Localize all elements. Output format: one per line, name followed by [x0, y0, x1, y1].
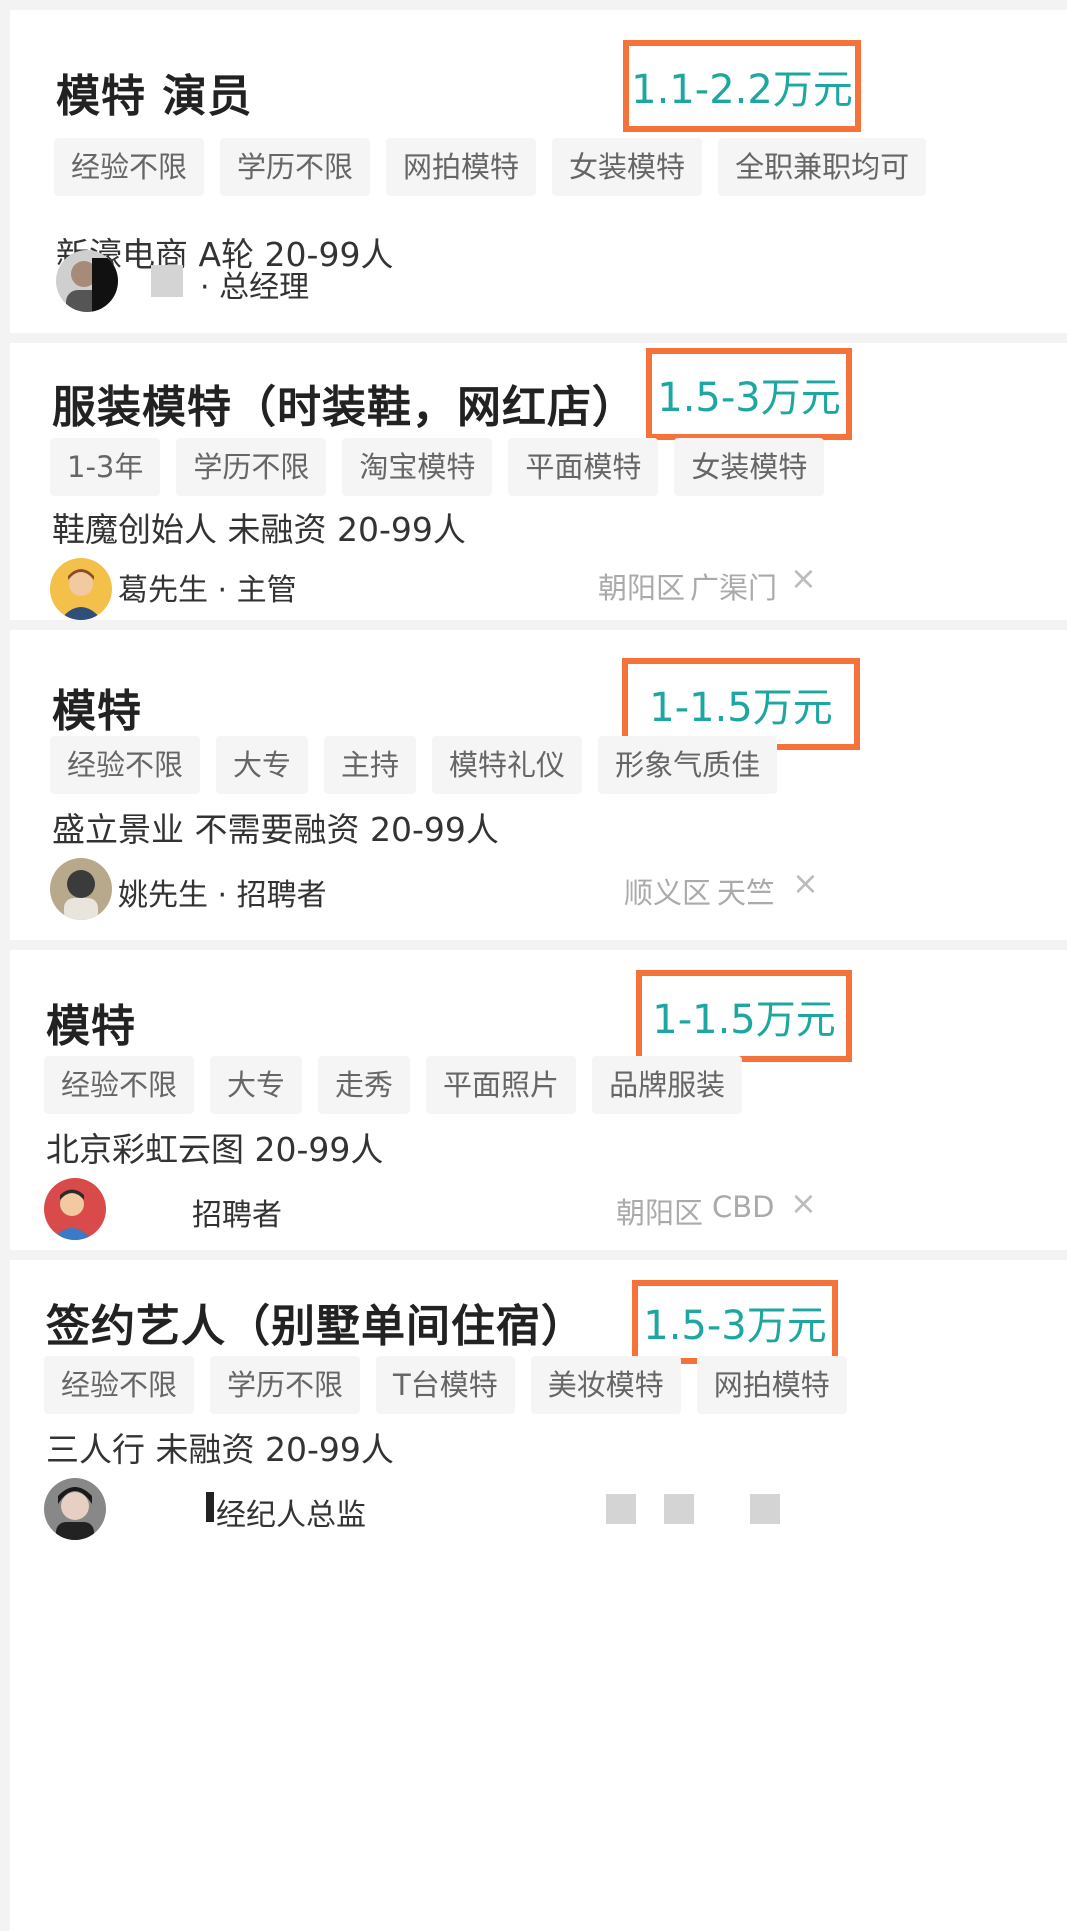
tag: 大专 — [216, 736, 309, 794]
recruiter-info: · 总经理 — [200, 270, 310, 305]
tag: 1-3年 — [50, 438, 161, 496]
salary: 1.5-3万元 — [643, 1303, 827, 1349]
salary: 1.1-2.2万元 — [631, 67, 853, 113]
avatar[interactable] — [56, 250, 118, 312]
job-title: 签约艺人（别墅单间住宿） — [46, 1301, 586, 1352]
tag: 学历不限 — [210, 1356, 361, 1414]
company-info: 盛立景业 不需要融资 20-99人 — [52, 810, 499, 849]
tag: 淘宝模特 — [342, 438, 493, 496]
recruiter-info: 招聘者 — [192, 1198, 282, 1233]
salary-highlight: 1.1-2.2万元 — [623, 40, 861, 132]
location-area: 天竺 — [717, 876, 776, 910]
recruiter-info: 经纪人总监 — [216, 1498, 366, 1533]
tag-list: 经验不限 大专 主持 模特礼仪 形象气质佳 — [50, 736, 778, 794]
location-area: 广渠门 — [690, 571, 778, 605]
tag-list: 经验不限 学历不限 网拍模特 女装模特 全职兼职均可 — [54, 138, 927, 196]
redacted-name — [151, 265, 183, 297]
tag: 平面模特 — [508, 438, 659, 496]
tag: 经验不限 — [44, 1356, 195, 1414]
tag: 女装模特 — [674, 438, 825, 496]
job-title: 模特 — [46, 1001, 136, 1052]
tag: 平面照片 — [426, 1056, 577, 1114]
salary: 1-1.5万元 — [652, 997, 836, 1043]
job-card[interactable]: 模特 1-1.5万元 经验不限 大专 走秀 平面照片 品牌服装 北京彩虹云图 2… — [10, 950, 1067, 1250]
recruiter-info: 姚先生 · 招聘者 — [118, 878, 327, 913]
tag: 学历不限 — [176, 438, 327, 496]
tag: 全职兼职均可 — [718, 138, 927, 196]
salary: 1.5-3万元 — [657, 375, 841, 421]
tag: 形象气质佳 — [598, 736, 778, 794]
location-district: 顺义区 — [624, 876, 712, 910]
tag-list: 经验不限 学历不限 T台模特 美妆模特 网拍模特 — [44, 1356, 847, 1414]
job-title: 模特 演员 — [56, 71, 253, 122]
tag: 美妆模特 — [530, 1356, 681, 1414]
job-title: 模特 — [52, 686, 142, 737]
recruiter-info: 葛先生 · 主管 — [118, 573, 297, 608]
location-area: CBD — [712, 1190, 775, 1224]
salary: 1-1.5万元 — [649, 685, 833, 731]
redacted-location — [664, 1494, 694, 1524]
job-card[interactable]: 服装模特（时装鞋，网红店） 1.5-3万元 1-3年 学历不限 淘宝模特 平面模… — [10, 343, 1067, 620]
tag: 学历不限 — [220, 138, 371, 196]
avatar[interactable] — [44, 1178, 106, 1240]
company-info: 鞋魔创始人 未融资 20-99人 — [52, 510, 466, 549]
location-district: 朝阳区 — [616, 1196, 704, 1230]
salary-highlight: 1.5-3万元 — [632, 1280, 838, 1364]
redacted-location — [606, 1494, 636, 1524]
job-title: 服装模特（时装鞋，网红店） — [52, 382, 637, 433]
tag: 走秀 — [318, 1056, 411, 1114]
tag: 经验不限 — [54, 138, 205, 196]
redacted-name — [206, 1492, 214, 1522]
salary-highlight: 1-1.5万元 — [636, 970, 852, 1062]
tag: 网拍模特 — [386, 138, 537, 196]
salary-highlight: 1.5-3万元 — [646, 348, 852, 440]
avatar[interactable] — [44, 1478, 106, 1540]
tag: 主持 — [324, 736, 417, 794]
tag: 大专 — [210, 1056, 303, 1114]
tag: 模特礼仪 — [432, 736, 583, 794]
avatar[interactable] — [50, 858, 112, 920]
redacted-close — [750, 1494, 780, 1524]
close-icon[interactable]: × — [792, 864, 819, 902]
job-feed: 模特 演员 1.1-2.2万元 经验不限 学历不限 网拍模特 女装模特 全职兼职… — [0, 0, 1067, 1931]
close-icon[interactable]: × — [790, 559, 817, 597]
avatar[interactable] — [50, 558, 112, 620]
job-card[interactable]: 模特 1-1.5万元 经验不限 大专 主持 模特礼仪 形象气质佳 盛立景业 不需… — [10, 630, 1067, 940]
tag: 经验不限 — [50, 736, 201, 794]
job-card[interactable]: 模特 演员 1.1-2.2万元 经验不限 学历不限 网拍模特 女装模特 全职兼职… — [10, 10, 1067, 333]
tag: T台模特 — [376, 1356, 515, 1414]
tag-list: 1-3年 学历不限 淘宝模特 平面模特 女装模特 — [50, 438, 825, 496]
company-info: 三人行 未融资 20-99人 — [46, 1430, 394, 1469]
tag: 女装模特 — [552, 138, 703, 196]
tag: 网拍模特 — [696, 1356, 847, 1414]
tag: 品牌服装 — [592, 1056, 743, 1114]
job-card[interactable]: 签约艺人（别墅单间住宿） 1.5-3万元 经验不限 学历不限 T台模特 美妆模特… — [10, 1260, 1067, 1931]
company-info: 北京彩虹云图 20-99人 — [46, 1130, 384, 1169]
close-icon[interactable]: × — [790, 1184, 817, 1222]
tag-list: 经验不限 大专 走秀 平面照片 品牌服装 — [44, 1056, 743, 1114]
location-district: 朝阳区 — [598, 571, 686, 605]
tag: 经验不限 — [44, 1056, 195, 1114]
